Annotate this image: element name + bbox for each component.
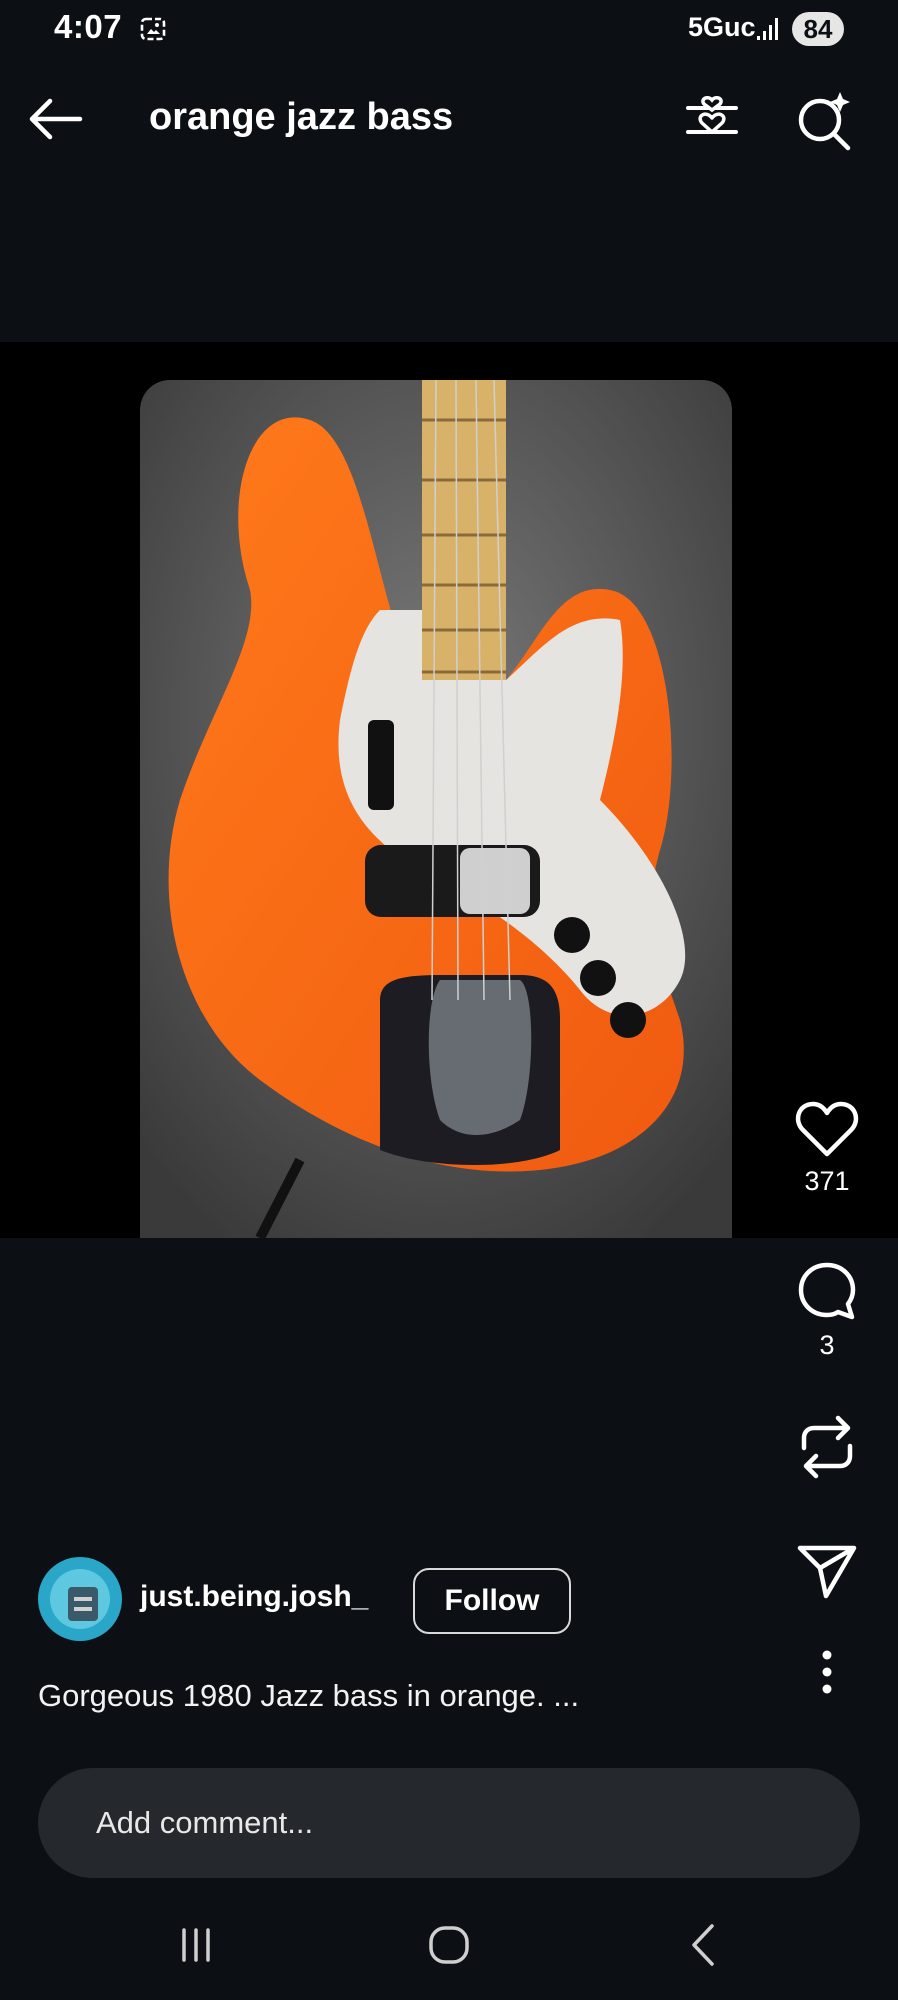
add-comment-input[interactable]: Add comment...	[38, 1768, 860, 1878]
follow-button[interactable]: Follow	[413, 1568, 571, 1634]
share-button[interactable]	[790, 1542, 864, 1600]
network-indicator: 5Guc	[688, 12, 756, 42]
like-filter-icon[interactable]	[682, 90, 742, 150]
like-button[interactable]: 371	[790, 1100, 864, 1197]
gallery-notification-icon	[140, 17, 166, 41]
back-arrow-icon[interactable]	[26, 96, 84, 142]
signal-icon	[757, 18, 778, 40]
post-caption[interactable]: Gorgeous 1980 Jazz bass in orange. ...	[38, 1678, 579, 1714]
avatar[interactable]	[38, 1557, 122, 1641]
orange-bass-guitar-photo[interactable]	[140, 380, 732, 1238]
heart-icon	[795, 1101, 859, 1157]
send-icon	[797, 1545, 857, 1599]
more-options-button[interactable]	[790, 1650, 864, 1694]
recents-icon[interactable]	[166, 1920, 226, 1970]
more-vertical-icon	[822, 1650, 832, 1694]
status-time: 4:07	[54, 8, 123, 45]
back-icon[interactable]	[672, 1920, 732, 1970]
battery-icon: 84	[792, 12, 844, 46]
search-query-title: orange jazz bass	[149, 96, 454, 138]
repost-icon	[801, 1415, 853, 1479]
home-icon[interactable]	[419, 1920, 479, 1970]
comment-count: 3	[819, 1330, 835, 1360]
repost-button[interactable]	[790, 1414, 864, 1480]
comment-bubble-icon	[798, 1262, 856, 1320]
username[interactable]: just.being.josh_	[140, 1580, 368, 1614]
visual-search-icon[interactable]	[792, 88, 856, 152]
like-count: 371	[804, 1166, 850, 1196]
comment-button[interactable]: 3	[790, 1260, 864, 1361]
